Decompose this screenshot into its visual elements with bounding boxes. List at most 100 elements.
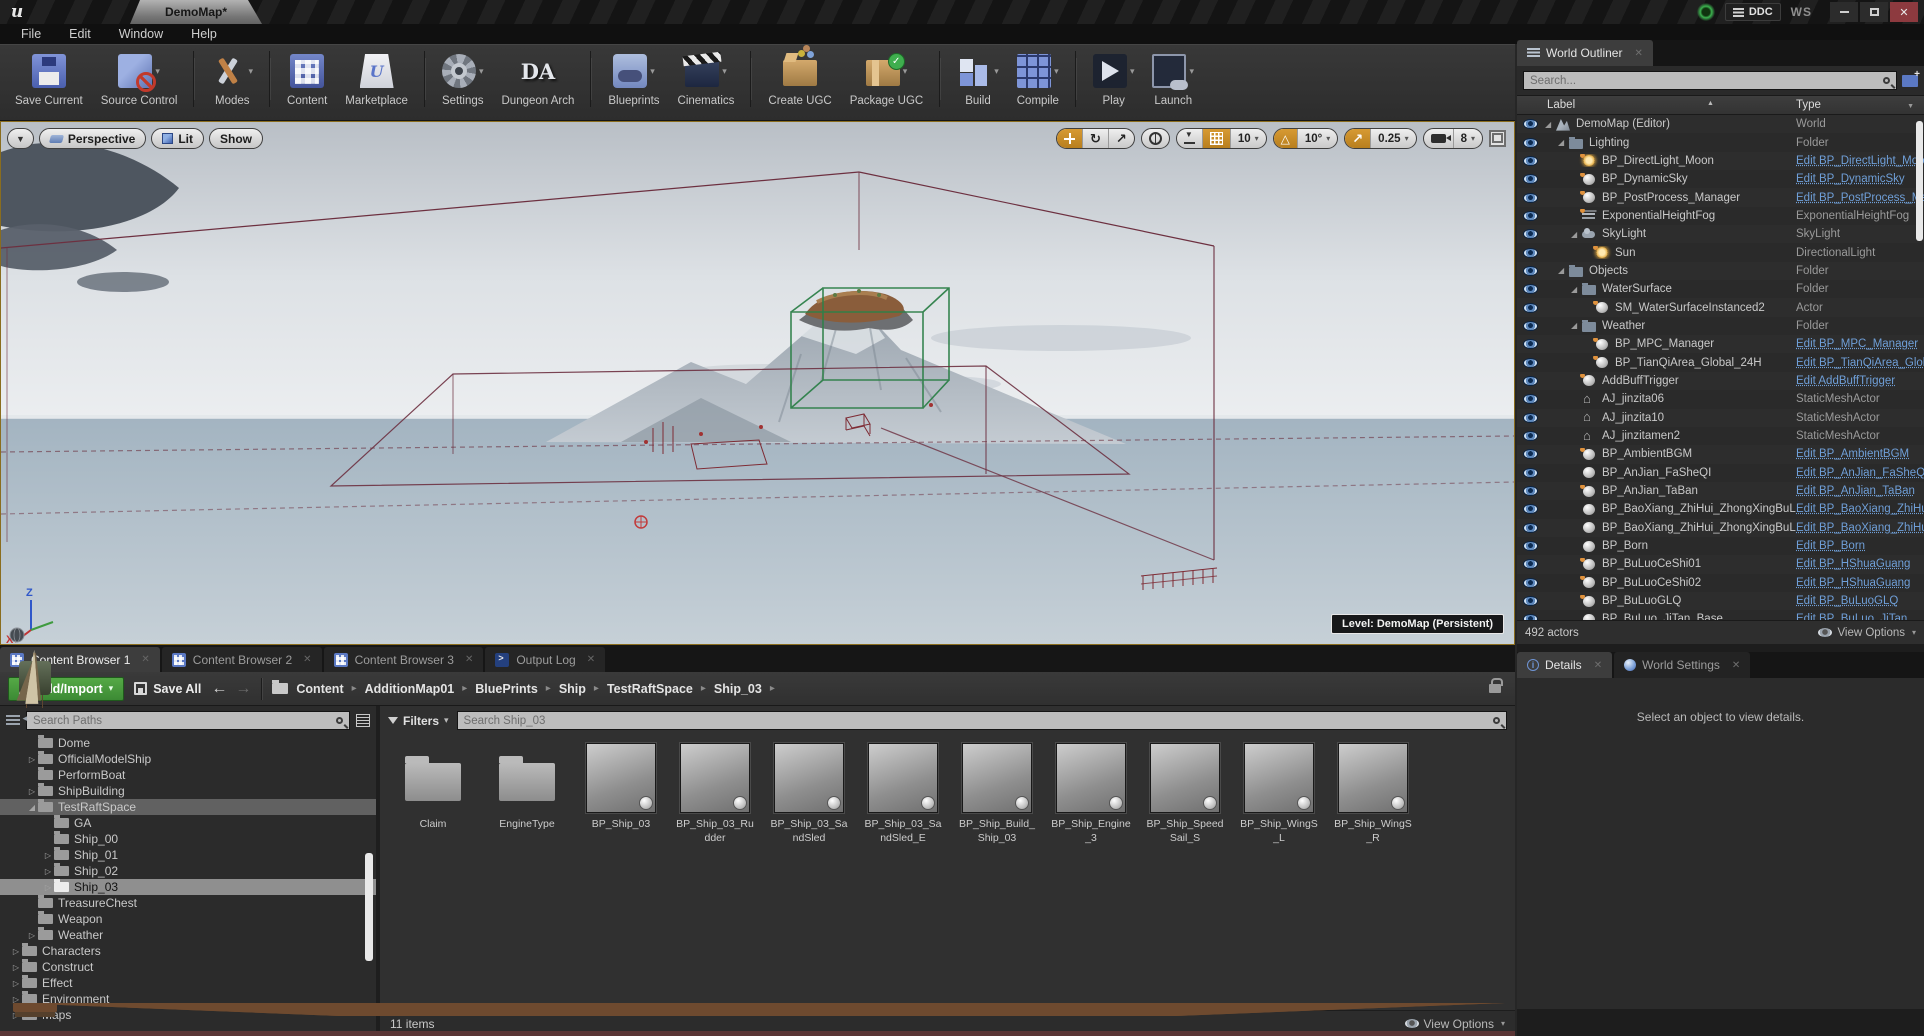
folder-tree-item[interactable]: PerformBoat — [0, 767, 376, 783]
minimize-button[interactable] — [1830, 2, 1858, 22]
dropdown-caret-icon[interactable]: ▾ — [994, 66, 999, 77]
edit-blueprint-link[interactable]: Edit BP_Born — [1796, 540, 1865, 552]
close-icon[interactable]: ✕ — [587, 654, 595, 665]
toolbar-button[interactable]: ▾ Settings — [433, 51, 493, 107]
outliner-search-field[interactable] — [1523, 71, 1897, 90]
menu-item[interactable]: Edit — [56, 25, 104, 43]
asset-tile[interactable]: BP_Ship_WingS_R — [1332, 743, 1414, 845]
tab-details[interactable]: i Details ✕ — [1517, 652, 1612, 678]
outliner-row[interactable]: SM_WaterSurfaceInstanced2 Actor — [1517, 298, 1924, 316]
close-icon[interactable]: ✕ — [1732, 660, 1740, 671]
edit-blueprint-link[interactable]: Edit BP_AnJian_FaSheQI — [1796, 467, 1924, 479]
outliner-row[interactable]: ◢ DemoMap (Editor) World — [1517, 115, 1924, 133]
expander-icon[interactable]: ▷ — [42, 851, 54, 860]
visibility-toggle[interactable] — [1517, 449, 1543, 459]
folder-tree-item[interactable]: ◢ TestRaftSpace — [0, 799, 376, 815]
edit-blueprint-link[interactable]: Edit BP_MPC_Manager — [1796, 338, 1918, 350]
expander-icon[interactable]: ◢ — [1545, 120, 1556, 129]
visibility-toggle[interactable] — [1517, 614, 1543, 620]
column-type[interactable]: Type — [1796, 99, 1924, 111]
expander-icon[interactable]: ◢ — [1571, 230, 1582, 239]
content-view-options[interactable]: View Options▾ — [1405, 1017, 1506, 1031]
close-icon[interactable]: ✕ — [1634, 48, 1642, 59]
asset-tile[interactable]: BP_Ship_WingS_L — [1238, 743, 1320, 845]
visibility-toggle[interactable] — [1517, 504, 1543, 514]
visibility-toggle[interactable] — [1517, 523, 1543, 533]
back-button[interactable]: ← — [211, 680, 227, 698]
scale-tool-button[interactable]: ↗ — [1108, 129, 1134, 148]
folder-tree-item[interactable]: Weapon — [0, 911, 376, 927]
outliner-row[interactable]: BP_Born Edit BP_Born — [1517, 537, 1924, 555]
lit-mode-button[interactable]: Lit — [151, 128, 204, 149]
maximize-viewport-button[interactable] — [1489, 130, 1506, 147]
edit-blueprint-link[interactable]: Edit BP_AmbientBGM — [1796, 448, 1909, 460]
visibility-toggle[interactable] — [1517, 193, 1543, 203]
search-paths-field[interactable] — [26, 711, 350, 730]
grid-snap-value[interactable]: 10▾ — [1230, 129, 1266, 148]
visibility-toggle[interactable] — [1517, 229, 1543, 239]
world-local-toggle-button[interactable] — [1142, 129, 1169, 148]
toolbar-button[interactable]: ▾ Dungeon Arch — [493, 51, 592, 107]
outliner-row[interactable]: BP_BuLuoCeShi01 Edit BP_HShuaGuang — [1517, 555, 1924, 573]
visibility-toggle[interactable] — [1517, 596, 1543, 606]
visibility-toggle[interactable] — [1517, 211, 1543, 221]
folder-tree-item[interactable]: ▷ Effect — [0, 975, 376, 991]
edit-blueprint-link[interactable]: Edit BP_TianQiArea_Globa — [1796, 357, 1924, 369]
expander-icon[interactable]: ▷ — [26, 755, 38, 764]
toolbar-button[interactable]: ▾ Source Control — [92, 51, 195, 107]
camera-speed-value[interactable]: 8▾ — [1453, 129, 1482, 148]
outliner-row[interactable]: BP_BaoXiang_ZhiHui_ZhongXingBuL Edit BP_… — [1517, 500, 1924, 518]
viewport-options-button[interactable]: ▼ — [7, 128, 34, 149]
outliner-row[interactable]: AJ_jinzitamen2 StaticMeshActor — [1517, 427, 1924, 445]
outliner-row[interactable]: ◢ WaterSurface Folder — [1517, 280, 1924, 298]
edit-blueprint-link[interactable]: Edit BP_HShuaGuang — [1796, 577, 1910, 589]
outliner-row[interactable]: BP_BuLuo_JiTan_Base Edit BP_BuLuo_JiTan — [1517, 610, 1924, 620]
folder-tree-item[interactable]: ▷ Ship_02 — [0, 863, 376, 879]
close-icon[interactable]: ✕ — [465, 654, 473, 665]
scale-snap-button[interactable]: ↗ — [1345, 129, 1370, 148]
outliner-row[interactable]: ◢ Lighting Folder — [1517, 133, 1924, 151]
visibility-toggle[interactable] — [1517, 413, 1543, 423]
expander-icon[interactable]: ▷ — [10, 979, 22, 988]
breadcrumb-item[interactable]: Ship ▸ — [559, 682, 599, 696]
toolbar-button[interactable]: ▾ Content — [278, 51, 336, 107]
menu-item[interactable]: File — [8, 25, 54, 43]
visibility-toggle[interactable] — [1517, 541, 1543, 551]
asset-tile[interactable]: BP_Ship_03_Rudder — [674, 743, 756, 845]
asset-tile[interactable]: BP_Ship_Engine_3 — [1050, 743, 1132, 845]
tree-scrollbar[interactable] — [365, 853, 373, 961]
visibility-toggle[interactable] — [1517, 321, 1543, 331]
toolbar-button[interactable]: ▾ Build — [948, 51, 1008, 107]
edit-blueprint-link[interactable]: Edit BP_BuLuo_JiTan — [1796, 613, 1907, 620]
outliner-row[interactable]: BP_BuLuoGLQ Edit BP_BuLuoGLQ — [1517, 592, 1924, 610]
lock-icon[interactable] — [1489, 684, 1501, 693]
visibility-toggle[interactable] — [1517, 394, 1543, 404]
asset-tile[interactable]: EngineType — [486, 743, 568, 845]
dropdown-caret-icon[interactable]: ▾ — [1189, 66, 1194, 77]
asset-tile[interactable]: BP_Ship_03_SandSled — [768, 743, 850, 845]
visibility-toggle[interactable] — [1517, 358, 1543, 368]
toolbar-button[interactable]: ▾ Package UGC — [841, 51, 941, 107]
expander-icon[interactable]: ◢ — [1558, 138, 1569, 147]
outliner-row[interactable]: ◢ Weather Folder — [1517, 317, 1924, 335]
content-browser-tab[interactable]: Output Log ✕ — [485, 647, 605, 672]
outliner-row[interactable]: ◢ SkyLight SkyLight — [1517, 225, 1924, 243]
edit-blueprint-link[interactable]: Edit BP_PostProcess_Mana — [1796, 192, 1924, 204]
visibility-toggle[interactable] — [1517, 119, 1543, 129]
dropdown-caret-icon[interactable]: ▾ — [722, 66, 727, 77]
outliner-row[interactable]: ◢ Objects Folder — [1517, 262, 1924, 280]
visibility-toggle[interactable] — [1517, 284, 1543, 294]
expander-icon[interactable]: ▷ — [42, 867, 54, 876]
outliner-row[interactable]: BP_AnJian_TaBan Edit BP_AnJian_TaBan — [1517, 482, 1924, 500]
close-icon[interactable]: ✕ — [303, 654, 311, 665]
folder-tree-item[interactable]: ▷ ShipBuilding — [0, 783, 376, 799]
breadcrumb-item[interactable]: BluePrints ▸ — [475, 682, 551, 696]
scale-snap-value[interactable]: 0.25▾ — [1370, 129, 1415, 148]
edit-blueprint-link[interactable]: Edit BP_HShuaGuang — [1796, 558, 1910, 570]
expander-icon[interactable]: ▷ — [10, 947, 22, 956]
breadcrumb-item[interactable]: Ship_03 ▸ — [714, 682, 775, 696]
folder-tree-item[interactable]: ▷ Weather — [0, 927, 376, 943]
menu-item[interactable]: Window — [106, 25, 176, 43]
visibility-toggle[interactable] — [1517, 559, 1543, 569]
expander-icon[interactable]: ▷ — [26, 931, 38, 940]
